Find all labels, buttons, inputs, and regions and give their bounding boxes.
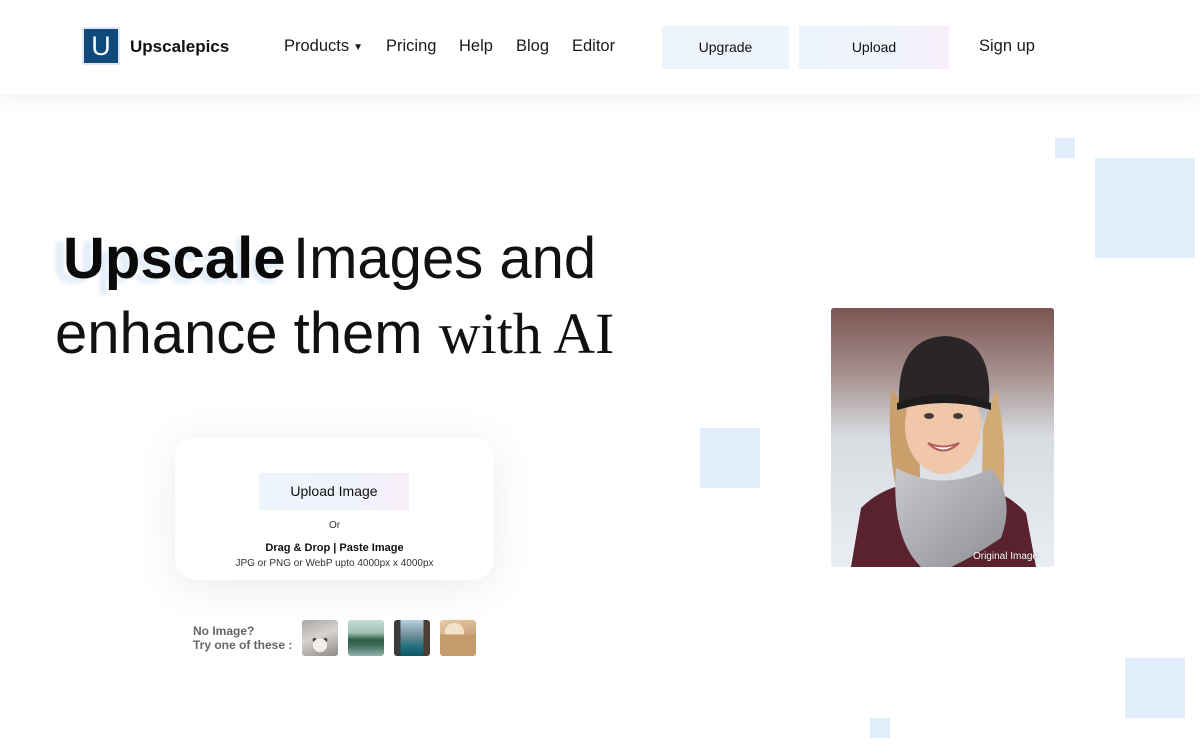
brand-name[interactable]: Upscalepics bbox=[130, 37, 229, 57]
upgrade-button[interactable]: Upgrade bbox=[662, 26, 789, 69]
original-image-label: Original Image bbox=[972, 551, 1038, 562]
upload-dropzone[interactable]: Upload Image Or Drag & Drop | Paste Imag… bbox=[175, 437, 494, 580]
portrait-image bbox=[831, 308, 1054, 567]
nav-item-label: Products bbox=[284, 37, 350, 55]
hero-heading-line2: enhance them with AI bbox=[55, 300, 614, 367]
decor-square bbox=[1095, 158, 1195, 258]
sample-thumbnail-cat[interactable] bbox=[302, 620, 338, 656]
sample-prompt: No Image? Try one of these : bbox=[193, 624, 292, 652]
sample-prompt-line1: No Image? bbox=[193, 624, 255, 638]
drag-drop-text: Drag & Drop | Paste Image bbox=[265, 542, 404, 554]
sample-thumbnail-lake[interactable] bbox=[348, 620, 384, 656]
site-header: U Upscalepics Products ▼ Pricing Help Blo… bbox=[0, 0, 1200, 94]
nav-item-blog[interactable]: Blog bbox=[516, 37, 549, 56]
decor-square bbox=[1125, 658, 1185, 718]
logo-letter: U bbox=[84, 29, 118, 63]
sample-thumbnail-desk[interactable] bbox=[440, 620, 476, 656]
upload-button[interactable]: Upload bbox=[799, 26, 949, 69]
hero-highlight-word: Upscale bbox=[63, 226, 286, 291]
hero-line2-serif: with AI bbox=[438, 301, 615, 366]
supported-formats-text: JPG or PNG or WebP upto 4000px x 4000px bbox=[235, 558, 434, 569]
sample-prompt-line2: Try one of these : bbox=[193, 638, 293, 652]
decor-square bbox=[700, 428, 760, 488]
decor-square bbox=[1055, 138, 1075, 158]
logo-icon[interactable]: U bbox=[82, 27, 120, 65]
nav-item-products[interactable]: Products ▼ bbox=[284, 37, 363, 56]
caret-down-icon: ▼ bbox=[353, 42, 364, 53]
original-image-preview: Original Image bbox=[831, 308, 1054, 567]
hero-line2-text: enhance them bbox=[55, 301, 423, 366]
signup-link[interactable]: Sign up bbox=[979, 37, 1035, 56]
sample-thumbnail-canal[interactable] bbox=[394, 620, 430, 656]
decor-square bbox=[870, 718, 890, 738]
nav-item-editor[interactable]: Editor bbox=[572, 37, 615, 56]
nav-item-help[interactable]: Help bbox=[459, 37, 493, 56]
upload-or-text: Or bbox=[328, 520, 341, 531]
hero-line1-text: Images and bbox=[293, 226, 597, 291]
nav-item-pricing[interactable]: Pricing bbox=[386, 37, 436, 56]
upload-image-button[interactable]: Upload Image bbox=[259, 473, 409, 510]
